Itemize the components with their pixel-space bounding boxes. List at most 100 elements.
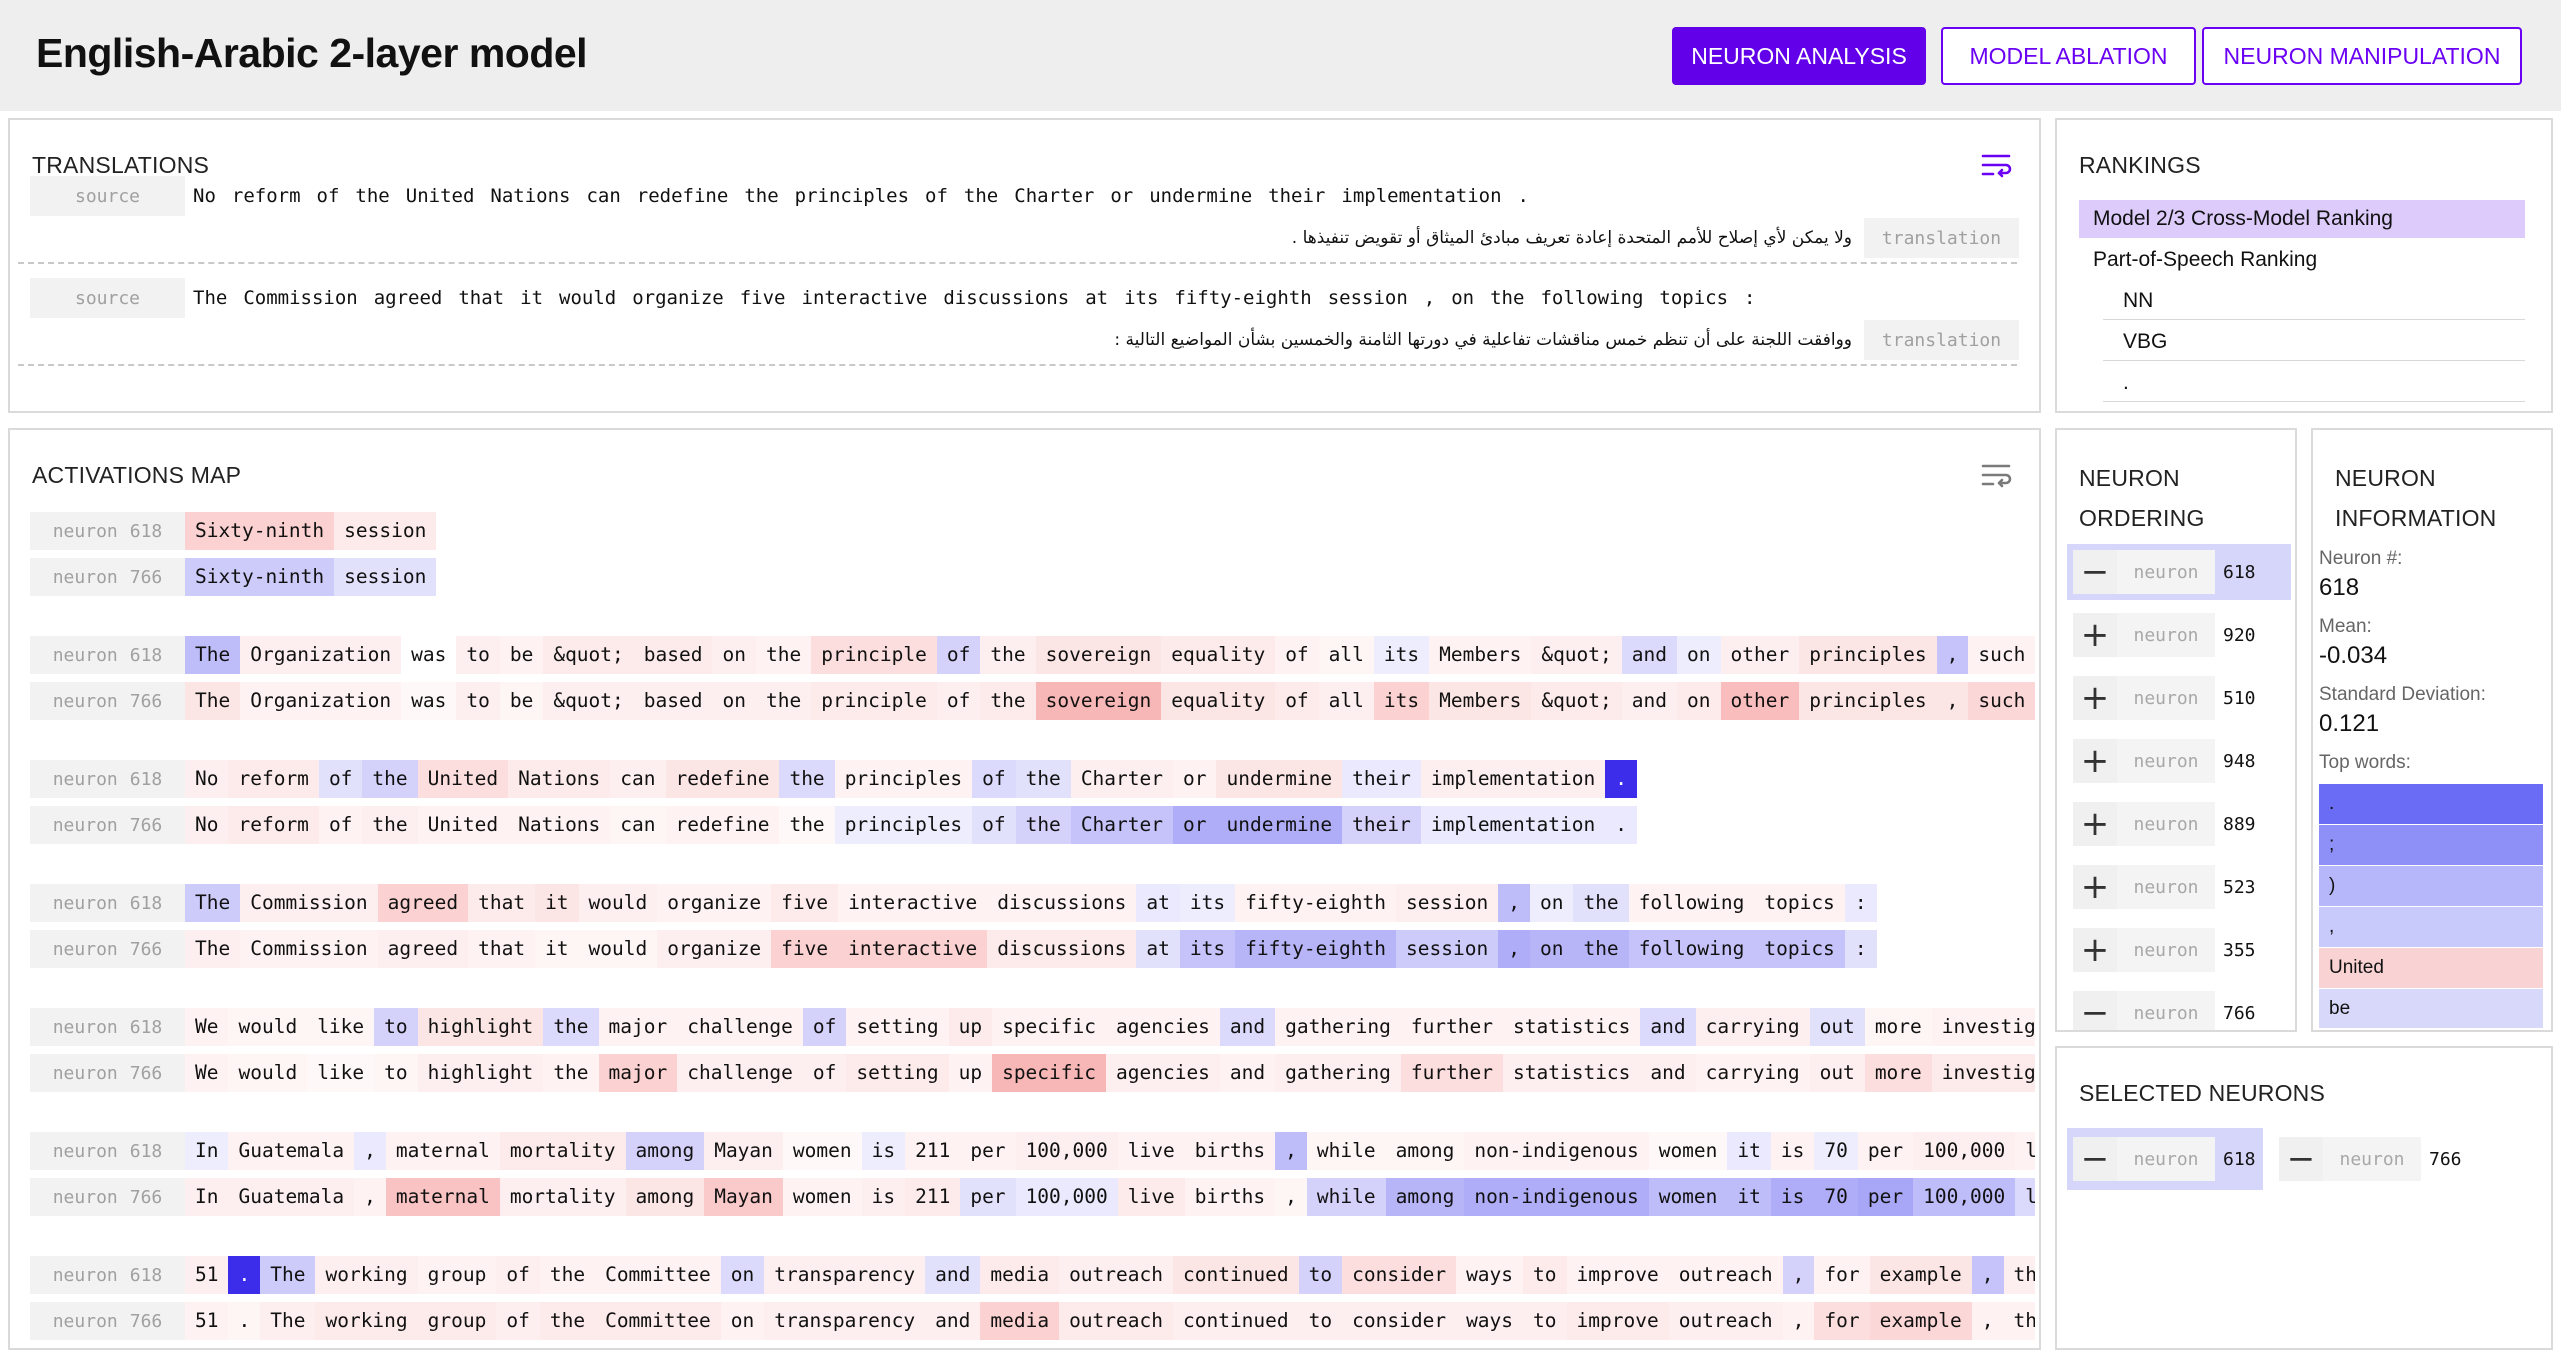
source-token[interactable]: five — [732, 278, 794, 318]
activation-token[interactable]: would — [228, 1008, 308, 1046]
activation-token[interactable]: The — [260, 1256, 316, 1294]
activation-token[interactable]: &quot; — [543, 682, 634, 720]
activation-token[interactable]: outreach — [1668, 1302, 1783, 1340]
activation-token[interactable]: women — [1648, 1132, 1728, 1170]
activation-token[interactable]: it — [535, 884, 579, 922]
activation-token[interactable]: Guatemala — [228, 1178, 355, 1216]
activation-token[interactable]: , — [1498, 884, 1530, 922]
activation-token[interactable]: , — [1936, 682, 1969, 720]
activation-token[interactable]: be — [499, 636, 544, 674]
activation-token[interactable]: consider — [1342, 1256, 1457, 1294]
activation-token[interactable]: consider — [1342, 1302, 1457, 1340]
activation-token[interactable]: transparency — [764, 1256, 926, 1294]
activation-token[interactable]: the — [1573, 884, 1629, 922]
activation-token[interactable]: to — [1523, 1256, 1567, 1294]
activation-token[interactable]: implementation — [1420, 760, 1606, 798]
activation-token[interactable]: more — [1864, 1008, 1932, 1046]
source-token[interactable]: the — [956, 176, 1006, 216]
activation-token[interactable]: to — [374, 1008, 418, 1046]
activation-token[interactable]: is — [1770, 1132, 1815, 1170]
activation-token[interactable]: would — [578, 884, 658, 922]
activation-token[interactable]: statistics — [1503, 1008, 1641, 1046]
activation-token[interactable]: the — [755, 636, 812, 674]
activation-token[interactable]: session — [334, 512, 437, 550]
activation-token[interactable]: the — [1573, 930, 1629, 968]
activation-token[interactable]: &quot; — [1531, 636, 1622, 674]
activation-token[interactable]: that — [468, 930, 536, 968]
source-token[interactable]: , — [1416, 278, 1443, 318]
activation-token[interactable]: continued — [1172, 1302, 1299, 1340]
ranking-item[interactable]: . — [2103, 364, 2525, 402]
activation-token[interactable]: and — [1219, 1054, 1276, 1092]
activation-token[interactable]: We — [185, 1008, 229, 1046]
activation-token[interactable]: Charter — [1070, 760, 1173, 798]
activation-token[interactable]: at — [1136, 930, 1180, 968]
activation-token[interactable]: 100,000 — [1015, 1178, 1118, 1216]
activation-token[interactable]: In — [185, 1132, 229, 1170]
activation-token[interactable]: United — [417, 806, 509, 844]
ranking-item[interactable]: VBG — [2103, 323, 2525, 361]
activation-token[interactable]: of — [802, 1008, 847, 1046]
activation-token[interactable]: births — [1184, 1132, 1276, 1170]
activation-token[interactable]: while — [1306, 1178, 1386, 1216]
activation-token[interactable]: the — [539, 1256, 596, 1294]
neuron-manipulation-button[interactable]: NEURON MANIPULATION — [2202, 27, 2522, 85]
activation-token[interactable]: session — [1396, 884, 1499, 922]
activation-token[interactable]: for — [1814, 1302, 1870, 1340]
activation-token[interactable]: principle — [811, 636, 937, 674]
activation-token[interactable]: 211 — [905, 1132, 961, 1170]
activation-token[interactable]: undermine — [1216, 806, 1343, 844]
activation-token[interactable]: gathering — [1275, 1054, 1401, 1092]
activation-token[interactable]: of — [936, 636, 981, 674]
activation-token[interactable]: its — [1179, 884, 1236, 922]
source-token[interactable]: can — [578, 176, 628, 216]
activation-token[interactable]: of — [318, 760, 363, 798]
activation-token[interactable]: , — [1971, 1256, 2004, 1294]
activation-token[interactable]: like — [307, 1054, 375, 1092]
source-token[interactable]: implementation — [1333, 176, 1509, 216]
activation-token[interactable]: No — [185, 760, 229, 798]
source-token[interactable]: Commission — [235, 278, 365, 318]
activation-token[interactable]: more — [1864, 1054, 1932, 1092]
source-token[interactable]: session — [1320, 278, 1416, 318]
activation-token[interactable]: on — [1677, 636, 1721, 674]
source-token[interactable]: that — [450, 278, 512, 318]
source-token[interactable]: it — [512, 278, 551, 318]
activation-token[interactable]: births — [1184, 1178, 1276, 1216]
activation-token[interactable]: out — [1809, 1008, 1865, 1046]
activation-token[interactable]: the — [1015, 806, 1071, 844]
activation-token[interactable]: to — [1298, 1256, 1343, 1294]
activation-token[interactable]: continued — [1172, 1256, 1299, 1294]
neuron-ordering-item[interactable]: + neuron 510 — [2067, 670, 2291, 726]
source-token[interactable]: . — [1510, 176, 1537, 216]
activation-token[interactable]: In — [185, 1178, 229, 1216]
activation-token[interactable]: on — [720, 1302, 765, 1340]
activation-token[interactable]: . — [228, 1302, 261, 1340]
activation-token[interactable]: sovereign — [1035, 682, 1162, 720]
activation-token[interactable]: &quot; — [543, 636, 634, 674]
activation-token[interactable]: session — [334, 558, 437, 596]
activation-token[interactable]: . — [1605, 806, 1637, 844]
wrap-text-icon[interactable] — [1981, 152, 2013, 180]
ranking-item[interactable]: Model 2/3 Cross-Model Ranking — [2079, 200, 2525, 238]
activation-token[interactable]: The — [185, 682, 241, 720]
activation-token[interactable]: the — [980, 682, 1036, 720]
activation-token[interactable]: Members — [1429, 636, 1532, 674]
source-token[interactable]: or — [1102, 176, 1141, 216]
activation-token[interactable]: outreach — [1059, 1256, 1173, 1294]
activation-token[interactable]: other — [1720, 682, 1800, 720]
add-neuron-icon[interactable]: + — [2073, 865, 2117, 909]
activation-token[interactable]: and — [1640, 1008, 1696, 1046]
activation-token[interactable]: to — [1523, 1302, 1567, 1340]
activation-token[interactable]: it — [535, 930, 579, 968]
activation-token[interactable]: transparency — [764, 1302, 926, 1340]
activation-token[interactable]: 51 — [185, 1256, 229, 1294]
activation-token[interactable]: on — [712, 636, 756, 674]
activation-token[interactable]: or — [1173, 760, 1217, 798]
activation-token[interactable]: women — [1648, 1178, 1728, 1216]
activation-token[interactable]: per — [1857, 1178, 1914, 1216]
activation-token[interactable]: it — [1727, 1132, 1771, 1170]
activation-token[interactable]: to — [374, 1054, 418, 1092]
activation-token[interactable]: : — [1844, 884, 1877, 922]
add-neuron-icon[interactable]: + — [2073, 739, 2117, 783]
